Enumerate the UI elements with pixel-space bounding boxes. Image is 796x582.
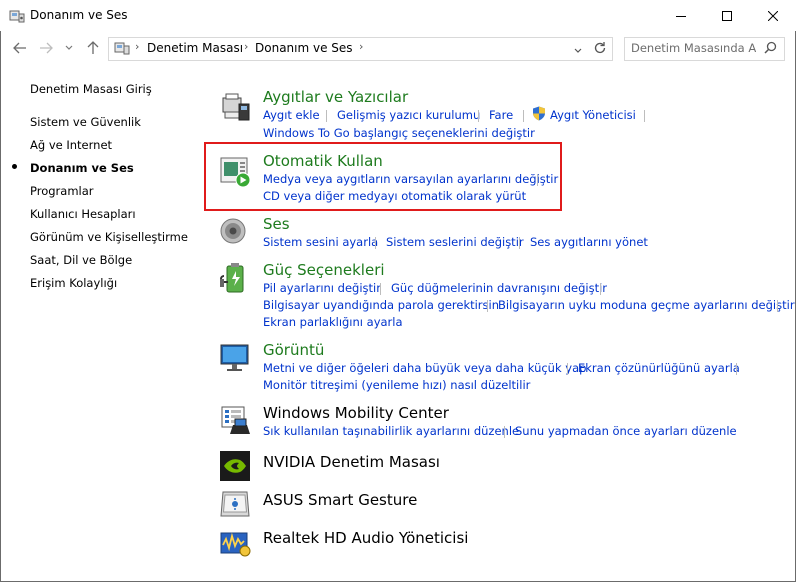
mobility-center-title[interactable]: Windows Mobility Center: [263, 404, 449, 422]
address-dropdown-button[interactable]: [574, 43, 582, 57]
link-separator: [380, 283, 381, 295]
breadcrumb-separator[interactable]: ›: [135, 40, 139, 53]
power-options-title[interactable]: Güç Seçenekleri: [263, 261, 385, 279]
manage-audio-devices-link[interactable]: Ses aygıtlarını yönet: [530, 235, 648, 249]
link-separator: [487, 300, 488, 312]
adjust-screen-brightness-link[interactable]: Ekran parlaklığını ayarla: [263, 315, 403, 329]
sidebar-item-programs[interactable]: Programlar: [30, 184, 94, 198]
search-icon[interactable]: [764, 41, 777, 57]
link-separator: [644, 110, 645, 122]
window-title: Donanım ve Ses: [30, 8, 128, 22]
link-separator: [519, 237, 520, 249]
link-separator: [375, 237, 376, 249]
link-separator: [478, 110, 479, 122]
link-separator: [736, 363, 737, 375]
maximize-button[interactable]: [704, 0, 750, 31]
realtek-audio-icon[interactable]: [219, 527, 251, 559]
asus-smart-gesture-title[interactable]: ASUS Smart Gesture: [263, 491, 417, 509]
windows-to-go-link[interactable]: Windows To Go başlangıç seçeneklerini de…: [263, 126, 535, 140]
chevron-down-icon: [65, 45, 73, 50]
make-text-larger-smaller-link[interactable]: Metni ve diğer öğeleri daha büyük veya d…: [263, 361, 586, 375]
devices-printers-title[interactable]: Aygıtlar ve Yazıcılar: [263, 88, 408, 106]
link-separator: [504, 426, 505, 438]
recent-locations-button[interactable]: [63, 40, 75, 56]
change-battery-settings-link[interactable]: Pil ayarlarını değiştir: [263, 281, 381, 295]
mouse-link[interactable]: Fare: [489, 108, 513, 122]
sidebar-item-control-panel-home[interactable]: Denetim Masası Giriş: [30, 82, 152, 96]
sidebar-item-system-security[interactable]: Sistem ve Güvenlik: [30, 115, 141, 129]
add-device-link[interactable]: Aygıt ekle: [263, 108, 320, 122]
search-box[interactable]: [624, 37, 785, 61]
devices-printers-icon[interactable]: [219, 92, 251, 124]
nvidia-control-panel-title[interactable]: NVIDIA Denetim Masası: [263, 453, 440, 471]
realtek-audio-manager-title[interactable]: Realtek HD Audio Yöneticisi: [263, 529, 468, 547]
breadcrumb-control-panel[interactable]: Denetim Masası: [147, 41, 243, 55]
chevron-down-icon: [574, 48, 582, 53]
up-arrow-icon: [87, 41, 99, 54]
adjust-before-presentation-link[interactable]: Sunu yapmadan önce ayarları düzenle: [515, 424, 737, 438]
forward-arrow-icon: [40, 42, 53, 54]
link-separator: [777, 300, 778, 312]
monitor-icon[interactable]: [219, 342, 251, 374]
autoplay-icon[interactable]: [219, 156, 251, 188]
back-arrow-icon: [13, 42, 26, 54]
search-input[interactable]: [631, 40, 756, 56]
breadcrumb-hardware-sound[interactable]: Donanım ve Ses: [255, 41, 353, 55]
change-media-defaults-link[interactable]: Medya veya aygıtların varsayılan ayarlar…: [263, 172, 558, 186]
speaker-icon[interactable]: [219, 216, 251, 248]
adjust-screen-resolution-link[interactable]: Ekran çözünürlüğünü ayarla: [578, 361, 740, 375]
minimize-button[interactable]: [658, 0, 704, 31]
link-separator: [326, 110, 327, 122]
sidebar-item-user-accounts[interactable]: Kullanıcı Hesapları: [30, 207, 136, 221]
fix-monitor-flicker-link[interactable]: Monitör titreşimi (yenileme hızı) nasıl …: [263, 378, 530, 392]
play-cds-automatically-link[interactable]: CD veya diğer medyayı otomatik olarak yü…: [263, 189, 526, 203]
refresh-icon: [594, 42, 606, 54]
link-separator: [567, 363, 568, 375]
current-item-bullet: [12, 164, 17, 169]
back-button[interactable]: [12, 40, 28, 56]
control-panel-app-icon: [9, 9, 25, 26]
autoplay-title[interactable]: Otomatik Kullan: [263, 152, 383, 170]
link-separator: [600, 283, 601, 295]
sidebar-item-appearance[interactable]: Görünüm ve Kişiselleştirme: [30, 230, 188, 244]
adjust-system-volume-link[interactable]: Sistem sesini ayarla: [263, 235, 378, 249]
advanced-printer-setup-link[interactable]: Gelişmiş yazıcı kurulumu: [337, 108, 480, 122]
sound-title[interactable]: Ses: [263, 215, 290, 233]
require-password-on-wakeup-link[interactable]: Bilgisayar uyandığında parola gerektirsi…: [263, 298, 499, 312]
breadcrumb-separator[interactable]: ›: [359, 40, 363, 53]
sidebar-item-clock-language-region[interactable]: Saat, Dil ve Bölge: [30, 253, 132, 267]
title-bar[interactable]: Donanım ve Ses: [0, 0, 796, 31]
close-button[interactable]: [750, 0, 796, 31]
breadcrumb-separator[interactable]: ›: [244, 40, 248, 53]
sidebar-item-hardware-sound: Donanım ve Ses: [30, 161, 134, 175]
adjust-mobility-settings-link[interactable]: Sık kullanılan taşınabilirlik ayarlarını…: [263, 424, 519, 438]
uac-shield-icon: [532, 106, 546, 124]
sidebar-item-ease-of-access[interactable]: Erişim Kolaylığı: [30, 276, 117, 290]
change-sleep-settings-link[interactable]: Bilgisayarın uyku moduna geçme ayarların…: [498, 298, 795, 312]
forward-button[interactable]: [38, 40, 54, 56]
link-separator: [537, 174, 538, 186]
link-separator: [523, 110, 524, 122]
address-bar[interactable]: › Denetim Masası › Donanım ve Ses ›: [108, 37, 613, 61]
sidebar-item-network-internet[interactable]: Ağ ve Internet: [30, 138, 112, 152]
change-system-sounds-link[interactable]: Sistem seslerini değiştir: [386, 235, 524, 249]
touchpad-icon[interactable]: [219, 488, 251, 520]
change-power-buttons-link[interactable]: Güç düğmelerinin davranışını değiştir: [391, 281, 607, 295]
display-title[interactable]: Görüntü: [263, 341, 324, 359]
mobility-center-icon[interactable]: [219, 405, 251, 437]
up-button[interactable]: [85, 40, 101, 56]
device-manager-link[interactable]: Aygıt Yöneticisi: [550, 108, 636, 122]
battery-icon[interactable]: [219, 262, 251, 294]
nvidia-icon[interactable]: [219, 450, 251, 482]
control-panel-icon: [114, 41, 130, 58]
refresh-button[interactable]: [593, 41, 607, 58]
